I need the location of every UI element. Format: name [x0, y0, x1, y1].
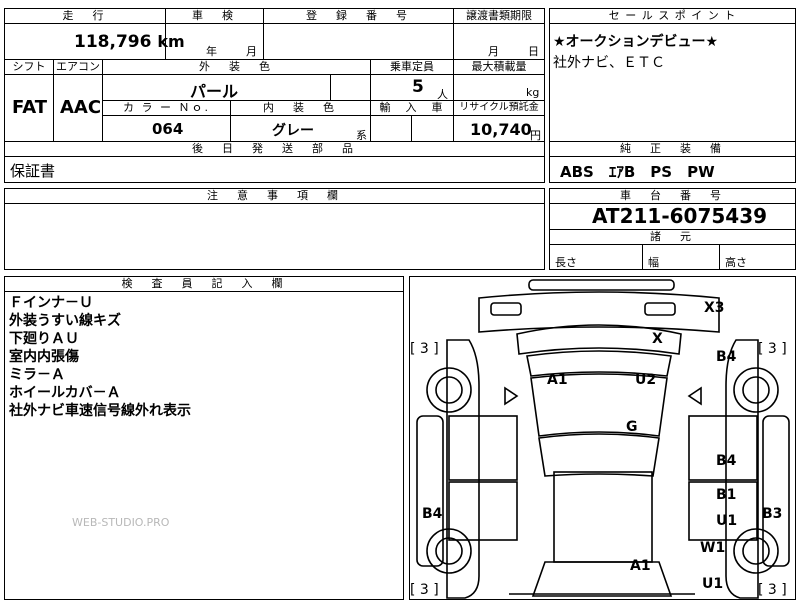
color-no-header: カ ラ ー Ｎｏ. — [102, 100, 231, 116]
damage-label-u1-mid: U1 — [716, 513, 738, 529]
shift-value: FAT — [12, 97, 48, 118]
exterior-color-header: 外 装 色 — [102, 59, 371, 75]
inspector-line: ミラ－Ａ — [9, 367, 65, 383]
headlamp-left — [490, 302, 522, 316]
registration-header: 登 録 番 号 — [263, 8, 454, 24]
mirror-left — [504, 386, 519, 406]
notes-header: 注 意 事 項 欄 — [4, 188, 545, 204]
height-label: 高さ — [725, 256, 747, 269]
damage-label-a1-front: A1 — [547, 372, 568, 388]
damage-label-u1-rear: U1 — [702, 576, 724, 592]
inspector-lines: Ｆインナ－Ｕ 外装うすい線キズ 下廻りＡＵ 室内内張傷 ミラ－Ａ ホイールカバ－… — [9, 294, 191, 420]
inspector-line: ホイールカバ－Ａ — [9, 385, 121, 401]
front-bumper — [478, 291, 720, 333]
damage-label-g: G — [626, 419, 638, 435]
width-label: 幅 — [648, 256, 659, 269]
transfer-deadline-header: 譲渡書類期限 — [453, 8, 545, 24]
damage-label-u2: U2 — [635, 372, 657, 388]
car-diagram — [416, 279, 790, 599]
equipment-value: ABS ｴｱB PS PW — [560, 163, 715, 181]
exterior-color-value: パール — [190, 82, 239, 101]
inspection-year-unit: 年 — [206, 45, 217, 58]
capacity-header: 乗車定員 — [370, 59, 454, 75]
headlamp-right — [644, 302, 676, 316]
later-parts-cell — [4, 156, 545, 183]
wheel-front-right-hub — [742, 376, 770, 404]
aircon-header: エアコン — [53, 59, 103, 75]
wheel-front-left — [426, 367, 472, 413]
damage-label-b3: B3 — [762, 506, 783, 522]
recycle-fee-header: リサイクル預託金 — [453, 100, 545, 116]
tread-front-left: [ 3 ] — [410, 341, 439, 357]
dimensions-header: 諸 元 — [549, 229, 796, 245]
roof — [553, 471, 653, 563]
damage-label-b1: B1 — [716, 487, 737, 503]
length-label: 長さ — [555, 256, 577, 269]
right-front-door — [688, 415, 758, 481]
sales-point-header: セ ー ル ス ポ イ ン ト — [549, 8, 796, 24]
front-bumper-top — [528, 279, 675, 291]
sales-point-line-1: ★オークションデビュー★ — [553, 34, 719, 50]
interior-color-header: 内 装 色 — [230, 100, 371, 116]
inspector-line: Ｆインナ－Ｕ — [9, 295, 93, 311]
sales-point-line-2: 社外ナビ、ＥＴＣ — [553, 55, 665, 71]
chassis-header: 車 台 番 号 — [549, 188, 796, 204]
import-cell-left — [370, 115, 412, 142]
left-front-door — [448, 415, 518, 481]
inspector-header: 検 査 員 記 入 欄 — [4, 276, 404, 292]
inspector-line: 外装うすい線キズ — [9, 313, 121, 329]
damage-label-b4-left: B4 — [422, 506, 443, 522]
wheel-rear-left-hub — [435, 537, 463, 565]
inspector-line: 社外ナビ車速信号線外れ表示 — [9, 403, 191, 419]
damage-label-x3: X3 — [704, 300, 725, 316]
roof-front — [538, 433, 660, 477]
max-load-unit: kg — [526, 86, 540, 99]
later-parts-value: 保証書 — [10, 162, 56, 180]
damage-label-a1-rear: A1 — [630, 558, 651, 574]
inspection-month-unit: 月 — [246, 45, 257, 58]
inspector-line: 室内内張傷 — [9, 349, 79, 365]
wheel-front-left-hub — [435, 376, 463, 404]
tread-rear-right: [ 3 ] — [758, 582, 787, 598]
inspector-line: 下廻りＡＵ — [9, 331, 79, 347]
equipment-header: 純 正 装 備 — [549, 141, 796, 157]
interior-color-value: グレー — [272, 123, 314, 139]
max-load-header: 最大積載量 — [453, 59, 545, 75]
inspection-header: 車 検 — [165, 8, 264, 24]
right-front-fender — [725, 339, 759, 599]
transfer-day-unit: 日 — [528, 45, 539, 58]
watermark: WEB-STUDIO.PRO — [72, 516, 170, 529]
mileage-header: 走 行 — [4, 8, 166, 24]
mirror-right — [687, 386, 702, 406]
aircon-value: AAC — [60, 97, 102, 118]
import-header: 輸 入 車 — [370, 100, 454, 116]
wheel-rear-right-hub — [742, 537, 770, 565]
color-no-value: 064 — [152, 120, 184, 138]
recycle-fee-value: 10,740 — [470, 120, 532, 139]
chassis-value: AT211-6075439 — [592, 204, 768, 228]
tread-front-right: [ 3 ] — [758, 341, 787, 357]
damage-label-x: X — [652, 331, 663, 347]
capacity-value: 5 — [412, 77, 424, 97]
later-parts-header: 後 日 発 送 部 品 — [4, 141, 545, 157]
wheel-rear-right — [733, 528, 779, 574]
shift-header: シフト — [4, 59, 54, 75]
mileage-number: 118,796 — [74, 32, 152, 52]
tread-rear-left: [ 3 ] — [410, 582, 439, 598]
damage-label-w1: W1 — [700, 540, 726, 556]
damage-label-b4-front-right: B4 — [716, 349, 737, 365]
damage-label-b4-mid-right: B4 — [716, 453, 737, 469]
import-cell-right — [411, 115, 454, 142]
left-front-fender — [446, 339, 480, 599]
exterior-color-extra-cell — [330, 74, 371, 101]
transfer-month-unit: 月 — [488, 45, 499, 58]
registration-cell — [263, 23, 454, 60]
wheel-front-right — [733, 367, 779, 413]
